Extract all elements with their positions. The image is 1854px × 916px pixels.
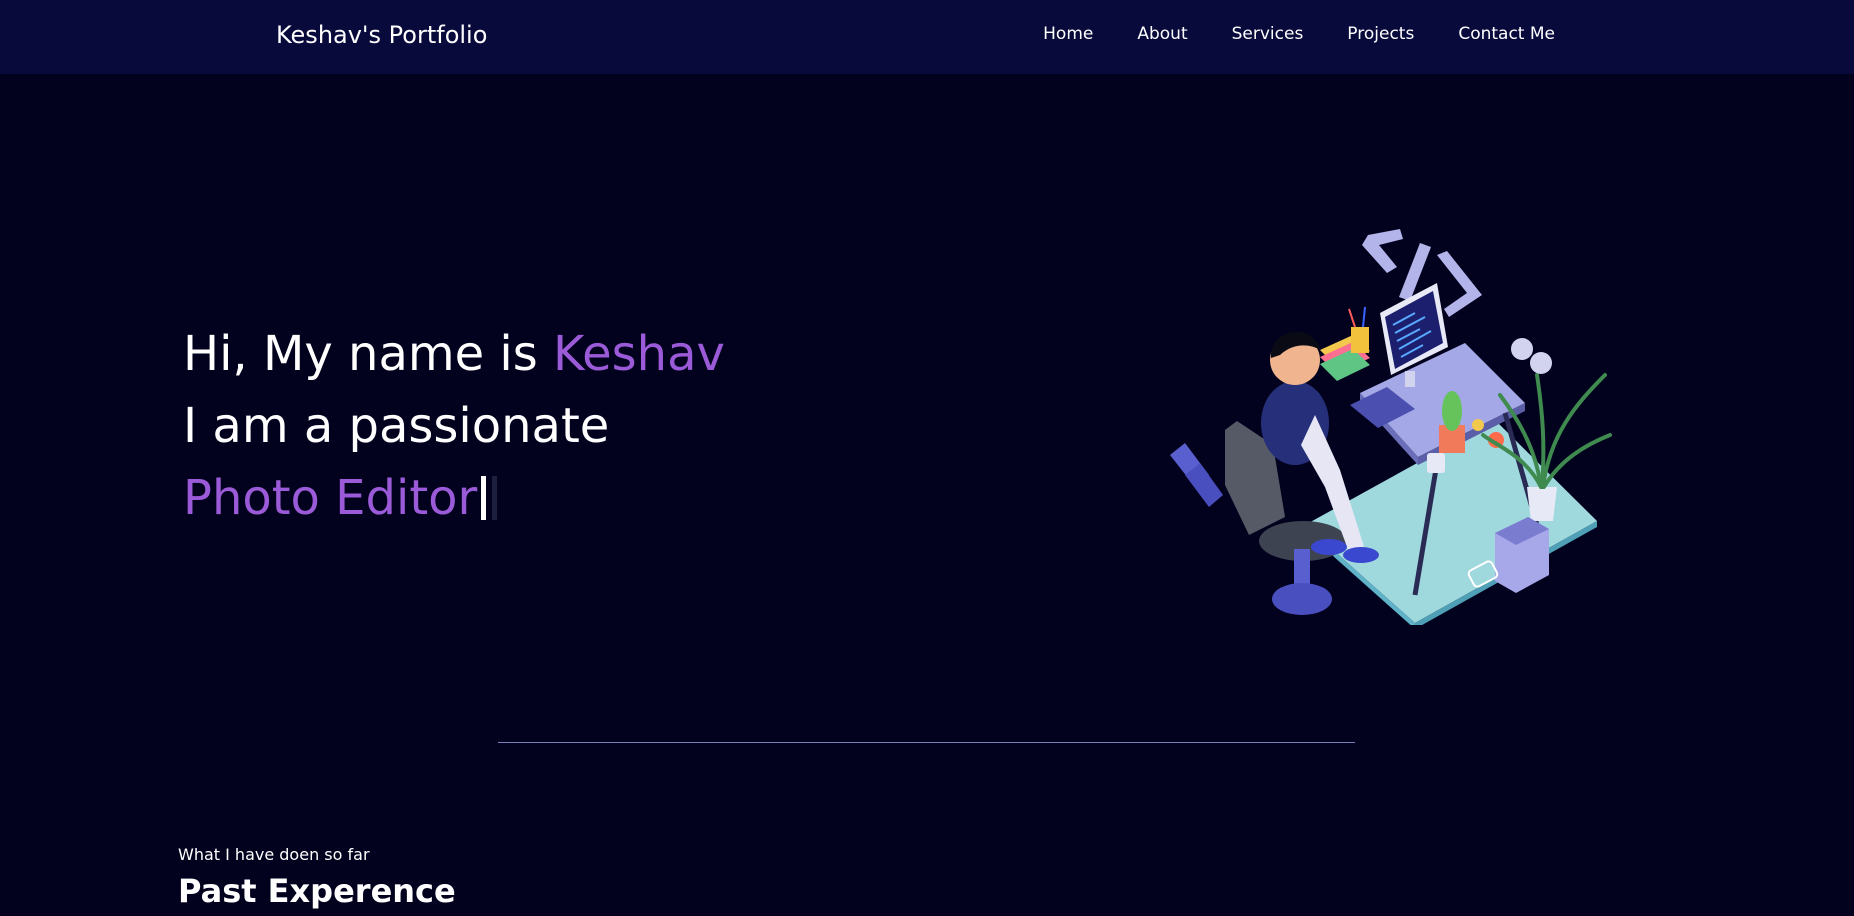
nav-about-link[interactable]: About <box>1137 22 1187 46</box>
hero-greeting-line: Hi, My name is Keshav <box>183 318 725 390</box>
nav-projects-link[interactable]: Projects <box>1347 22 1414 46</box>
hero-heading: Hi, My name is Keshav I am a passionate … <box>183 318 725 534</box>
navbar: Keshav's Portfolio Home About Services P… <box>0 0 1854 74</box>
nav-home-link[interactable]: Home <box>1043 22 1093 46</box>
hero-greeting-prefix: Hi, My name is <box>183 326 554 382</box>
coin-shape-2 <box>1530 352 1552 374</box>
typing-cursor-ghost <box>492 476 498 520</box>
typing-cursor <box>481 476 487 520</box>
nav-services-link[interactable]: Services <box>1232 22 1304 46</box>
coin-shape <box>1511 338 1533 360</box>
person-shoe-shape <box>1343 547 1379 563</box>
section-divider <box>498 742 1355 743</box>
pencil-shape <box>1348 308 1356 328</box>
hero-role-line: Photo Editor <box>183 462 725 534</box>
plant-pot-shape <box>1527 487 1557 521</box>
cactus-shape <box>1442 391 1462 431</box>
monitor-stand-shape <box>1405 371 1415 387</box>
pencil-shape-2 <box>1362 306 1366 328</box>
brand-title[interactable]: Keshav's Portfolio <box>276 18 487 52</box>
hero-name: Keshav <box>553 326 725 382</box>
hero-line-2: I am a passionate <box>183 398 610 454</box>
experience-subtitle: What I have doen so far <box>178 845 370 864</box>
person-shoe-shape-2 <box>1311 539 1347 555</box>
experience-title: Past Experence <box>178 872 456 910</box>
developer-at-desk-illustration <box>1170 229 1612 625</box>
monitor-screen-shape <box>1385 291 1443 369</box>
nav-links: Home About Services Projects Contact Me <box>1043 22 1555 46</box>
hero-role: Photo Editor <box>183 470 478 526</box>
mug-shape <box>1427 453 1445 473</box>
nav-contact-link[interactable]: Contact Me <box>1458 22 1555 46</box>
headphones-shape-2 <box>1472 419 1484 431</box>
pencil-cup-shape <box>1351 327 1369 353</box>
chair-base-shape <box>1272 583 1332 615</box>
